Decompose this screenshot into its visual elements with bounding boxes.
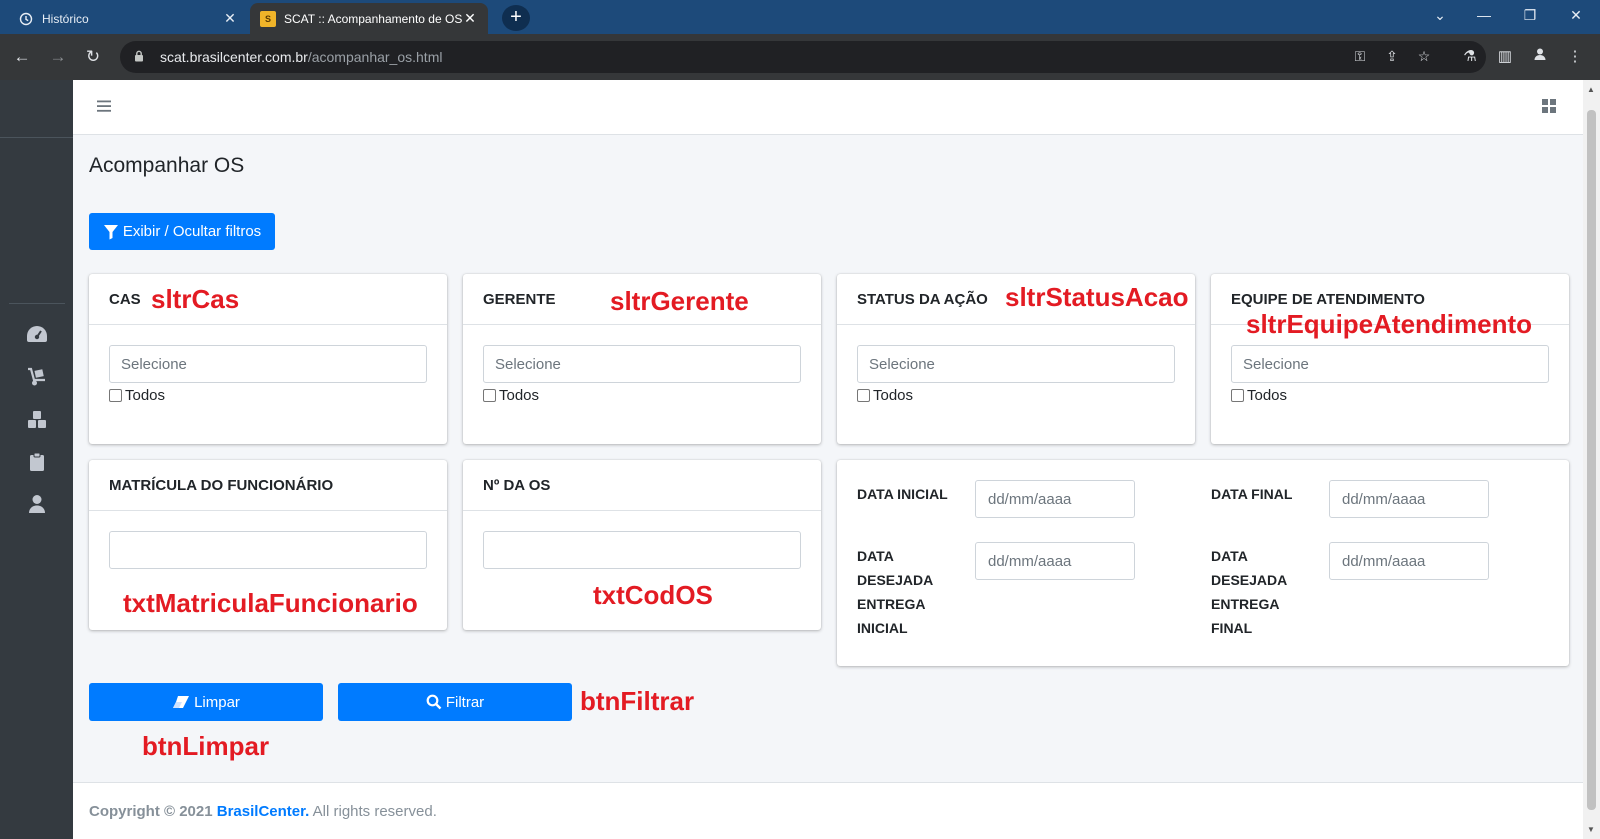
card-equipe-atendimento: EQUIPE DE ATENDIMENTO Selecione Todos <box>1211 274 1569 444</box>
card-datas: DATA INICIAL dd/mm/aaaa DATA FINAL dd/mm… <box>837 460 1569 666</box>
url-host: scat.brasilcenter.com.br <box>160 49 308 65</box>
new-tab-button[interactable]: + <box>502 5 530 31</box>
num-os-input[interactable] <box>483 531 801 569</box>
forward-icon[interactable]: → <box>45 44 71 70</box>
annotation-txtcodos: txtCodOS <box>593 580 713 610</box>
filter-icon <box>103 224 119 240</box>
toggle-filters-button[interactable]: Exibir / Ocultar filtros <box>89 213 275 250</box>
key-icon[interactable]: ⚿ <box>1348 48 1372 68</box>
data-desejada-inicial-label: DATA DESEJADA ENTREGA INICIAL <box>857 548 934 636</box>
filtrar-button[interactable]: Filtrar <box>338 683 572 721</box>
close-tab-icon[interactable]: ✕ <box>222 10 238 27</box>
sidebar-divider <box>9 303 65 304</box>
rights-text: All rights reserved. <box>312 803 437 820</box>
more-menu-icon[interactable]: ⋮ <box>1562 44 1588 70</box>
side-panel-icon[interactable]: ▥ <box>1492 44 1518 70</box>
close-tab-icon[interactable]: ✕ <box>462 10 478 27</box>
copyright-text: Copyright © 2021 <box>89 803 213 820</box>
data-inicial-input[interactable]: dd/mm/aaaa <box>975 480 1135 518</box>
data-final-label: DATA FINAL <box>1211 486 1293 502</box>
footer: Copyright © 2021 BrasilCenter. All right… <box>73 782 1583 839</box>
url-path: /acompanhar_os.html <box>307 49 443 65</box>
address-bar[interactable]: scat.brasilcenter.com.br/acompanhar_os.h… <box>120 41 1486 73</box>
scroll-down-icon[interactable]: ▼ <box>1587 825 1595 834</box>
dashboard-gauge-icon[interactable] <box>24 321 50 347</box>
restore-icon[interactable]: ❐ <box>1508 0 1552 30</box>
annotation-sltrgerente: sltrGerente <box>610 286 749 316</box>
cas-select[interactable]: Selecione <box>109 345 427 383</box>
lock-icon <box>134 50 150 65</box>
history-icon <box>18 11 34 27</box>
page-scrollbar[interactable]: ▲ ▼ <box>1583 80 1600 839</box>
minimize-icon[interactable]: — <box>1462 0 1506 30</box>
card-title: Nº DA OS <box>463 460 821 511</box>
equipe-todos-checkbox[interactable] <box>1231 389 1244 402</box>
share-icon[interactable]: ⇪ <box>1380 48 1404 68</box>
site-favicon-icon: S <box>260 10 276 27</box>
apps-grid-icon[interactable] <box>1541 98 1559 116</box>
bookmark-star-icon[interactable]: ☆ <box>1412 48 1436 68</box>
user-icon[interactable] <box>24 491 50 517</box>
sidebar-divider <box>0 137 73 138</box>
card-title: CAS <box>89 274 447 325</box>
annotation-sltrstatusacao: sltrStatusAcao <box>1005 282 1189 312</box>
gerente-select[interactable]: Selecione <box>483 345 801 383</box>
top-navbar <box>73 80 1583 135</box>
tab-scat[interactable]: S SCAT :: Acompanhamento de OS ✕ <box>250 3 488 34</box>
tab-title: Histórico <box>42 11 89 26</box>
annotation-txtmatriculafuncionario: txtMatriculaFuncionario <box>123 588 418 618</box>
card-cas: CAS Selecione Todos <box>89 274 447 444</box>
status-acao-select[interactable]: Selecione <box>857 345 1175 383</box>
checkbox-label: Todos <box>873 387 914 404</box>
annotation-sltrcas: sltrCas <box>151 284 240 314</box>
limpar-label: Limpar <box>194 693 240 711</box>
tab-title: SCAT :: Acompanhamento de OS <box>284 11 462 26</box>
scroll-up-icon[interactable]: ▲ <box>1587 85 1595 94</box>
filtrar-label: Filtrar <box>445 693 485 711</box>
annotation-btnfiltrar: btnFiltrar <box>580 686 695 716</box>
annotation-btnlimpar: btnLimpar <box>142 731 270 761</box>
checkbox-label: Todos <box>499 387 540 404</box>
close-window-icon[interactable]: ✕ <box>1554 0 1598 30</box>
menu-hamburger-icon[interactable] <box>96 98 114 116</box>
dolly-cart-icon[interactable] <box>24 364 50 390</box>
browser-tabstrip: Histórico ✕ S SCAT :: Acompanhamento de … <box>0 0 1600 34</box>
status-todos-checkbox[interactable] <box>857 389 870 402</box>
labs-flask-icon[interactable]: ⚗ <box>1457 44 1483 70</box>
profile-icon[interactable] <box>1527 44 1553 70</box>
matricula-input[interactable] <box>109 531 427 569</box>
checkbox-label: Todos <box>125 387 166 404</box>
brand-link[interactable]: BrasilCenter. <box>217 803 310 820</box>
reload-icon[interactable]: ↻ <box>80 44 106 70</box>
data-desejada-final-input[interactable]: dd/mm/aaaa <box>1329 542 1489 580</box>
data-desejada-final-label: DATA DESEJADA ENTREGA FINAL <box>1211 548 1288 636</box>
equipe-atendimento-select[interactable]: Selecione <box>1231 345 1549 383</box>
annotation-sltrequipeatendimento: sltrEquipeAtendimento <box>1246 309 1533 339</box>
eraser-icon <box>172 695 190 709</box>
scroll-thumb[interactable] <box>1587 110 1596 810</box>
data-inicial-label: DATA INICIAL <box>857 486 948 502</box>
cas-todos-checkbox[interactable] <box>109 389 122 402</box>
data-desejada-inicial-input[interactable]: dd/mm/aaaa <box>975 542 1135 580</box>
sidebar <box>0 80 73 839</box>
tab-historico[interactable]: Histórico ✕ <box>8 3 248 34</box>
checkbox-label: Todos <box>1247 387 1288 404</box>
card-title: MATRÍCULA DO FUNCIONÁRIO <box>89 460 447 511</box>
data-final-input[interactable]: dd/mm/aaaa <box>1329 480 1489 518</box>
gerente-todos-checkbox[interactable] <box>483 389 496 402</box>
back-icon[interactable]: ← <box>9 44 35 70</box>
search-icon <box>426 694 442 710</box>
limpar-button[interactable]: Limpar <box>89 683 323 721</box>
page-title: Acompanhar OS <box>89 154 245 177</box>
cubes-icon[interactable] <box>24 407 50 433</box>
tab-search-icon[interactable]: ⌄ <box>1418 0 1462 30</box>
toggle-filters-label: Exibir / Ocultar filtros <box>122 223 262 240</box>
clipboard-icon[interactable] <box>24 449 50 475</box>
